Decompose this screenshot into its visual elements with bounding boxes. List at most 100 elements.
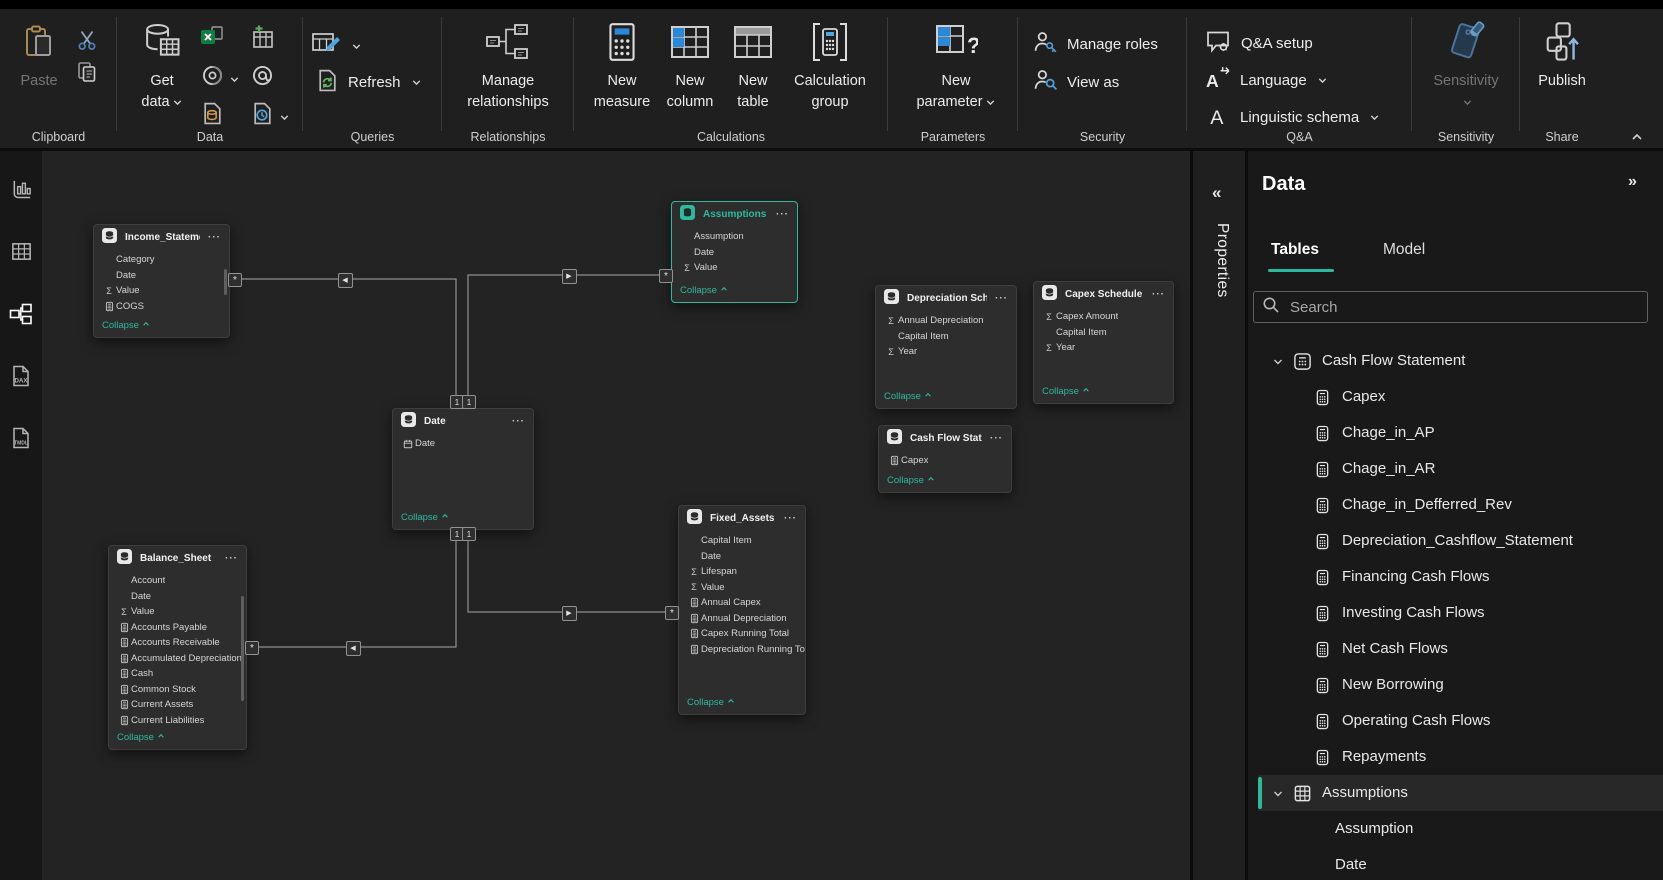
- table-card-header[interactable]: Fixed_Assets···: [679, 506, 805, 531]
- new-table-button[interactable]: Newtable: [724, 17, 782, 113]
- model-table-card-cash-flow-statement[interactable]: Cash Flow Statement···CapexCollapse: [878, 425, 1012, 493]
- field-row-date[interactable]: Date: [672, 245, 797, 261]
- onelake-hub-button[interactable]: [199, 65, 225, 91]
- field-row-account[interactable]: Account: [109, 573, 246, 589]
- field-row-capex[interactable]: Capex: [879, 453, 1011, 469]
- collapse-table-button[interactable]: Collapse: [1042, 386, 1090, 397]
- more-options-button[interactable]: ···: [208, 233, 221, 243]
- sidebar-item-table-view[interactable]: [9, 242, 33, 266]
- new-measure-button[interactable]: Newmeasure: [588, 17, 656, 113]
- more-options-button[interactable]: ···: [995, 294, 1008, 304]
- collapse-data-pane-button[interactable]: »: [1628, 173, 1637, 191]
- field-row-capex-amount[interactable]: ΣCapex Amount: [1034, 309, 1173, 325]
- tree-item-cash-flow-statement[interactable]: Cash Flow Statement: [1258, 343, 1663, 379]
- calculation-group-button[interactable]: Calculationgroup: [786, 17, 874, 113]
- model-table-card-assumptions[interactable]: Assumptions···AssumptionDateΣValueCollap…: [671, 201, 798, 303]
- qa-setup-button[interactable]: Q&A setup: [1205, 28, 1313, 59]
- model-table-card-depreciation-schedule[interactable]: Depreciation Schedule··· ΣAnnual Deprecia…: [875, 285, 1017, 409]
- sidebar-item-tmdl-view[interactable]: TMDL: [9, 428, 33, 452]
- field-row-year[interactable]: ΣYear: [876, 344, 1016, 360]
- chevron-down-icon[interactable]: [229, 74, 240, 85]
- table-card-header[interactable]: Capex Schedule···: [1034, 282, 1173, 307]
- tree-item-new-borrowing[interactable]: New Borrowing: [1258, 667, 1663, 703]
- linguistic-schema-button[interactable]: A Linguistic schema: [1205, 102, 1380, 133]
- chevron-down-icon[interactable]: [1272, 787, 1284, 805]
- field-row-value[interactable]: ΣValue: [672, 260, 797, 276]
- field-row-capital-item[interactable]: Capital Item: [679, 533, 805, 549]
- tree-item-investing-cash-flows[interactable]: Investing Cash Flows: [1258, 595, 1663, 631]
- paste-button[interactable]: Paste: [14, 17, 64, 92]
- refresh-button[interactable]: Refresh: [315, 68, 422, 97]
- field-row-depreciation-running-total[interactable]: Depreciation Running Total: [679, 642, 805, 658]
- sql-server-button[interactable]: [199, 103, 225, 129]
- field-row-current-liabilities[interactable]: Current Liabilities: [109, 713, 246, 729]
- tree-item-chage-in-ar[interactable]: Chage_in_AR: [1258, 451, 1663, 487]
- tree-item-financing-cash-flows[interactable]: Financing Cash Flows: [1258, 559, 1663, 595]
- field-row-accumulated-depreciation[interactable]: Accumulated Depreciation: [109, 651, 246, 667]
- more-options-button[interactable]: ···: [990, 434, 1003, 444]
- field-row-value[interactable]: ΣValue: [109, 604, 246, 620]
- model-table-card-date[interactable]: Date··· Date Collapse: [392, 408, 534, 530]
- sidebar-item-model-view[interactable]: [9, 304, 33, 328]
- tree-item-assumptions[interactable]: Assumptions: [1258, 775, 1663, 811]
- collapse-table-button[interactable]: Collapse: [401, 512, 449, 523]
- field-row-capital-item[interactable]: Capital Item: [1034, 325, 1173, 341]
- field-row-accounts-receivable[interactable]: Accounts Receivable: [109, 635, 246, 651]
- field-row-value[interactable]: ΣValue: [94, 283, 229, 299]
- field-row-date[interactable]: Date: [679, 549, 805, 565]
- collapse-table-button[interactable]: Collapse: [117, 732, 165, 743]
- field-row-annual-depreciation[interactable]: Annual Depreciation: [679, 611, 805, 627]
- field-row-annual-depreciation[interactable]: ΣAnnual Depreciation: [876, 313, 1016, 329]
- publish-button[interactable]: Publish: [1528, 17, 1596, 92]
- card-scrollbar[interactable]: [224, 269, 227, 295]
- field-row-assumption[interactable]: Assumption: [672, 229, 797, 245]
- field-row-cash[interactable]: Cash: [109, 666, 246, 682]
- tab-tables[interactable]: Tables: [1271, 241, 1319, 259]
- field-row-accounts-payable[interactable]: Accounts Payable: [109, 620, 246, 636]
- new-table-import-button[interactable]: [249, 27, 275, 53]
- recent-sources-button[interactable]: [249, 103, 275, 129]
- model-table-card-balance-sheet[interactable]: Balance_Sheet···AccountDateΣValueAccount…: [108, 545, 247, 750]
- view-as-button[interactable]: View as: [1032, 67, 1119, 98]
- more-options-button[interactable]: ···: [1152, 290, 1165, 300]
- tree-item-chage-in-defferred-rev[interactable]: Chage_in_Defferred_Rev: [1258, 487, 1663, 523]
- dataverse-button[interactable]: [249, 65, 275, 91]
- copy-button[interactable]: [74, 61, 100, 87]
- tree-item-operating-cash-flows[interactable]: Operating Cash Flows: [1258, 703, 1663, 739]
- table-card-header[interactable]: Depreciation Schedule···: [876, 286, 1016, 311]
- field-row-common-stock[interactable]: Common Stock: [109, 682, 246, 698]
- field-row-capital-item[interactable]: Capital Item: [876, 329, 1016, 345]
- sidebar-item-report-view[interactable]: [9, 180, 33, 204]
- tree-item-chage-in-ap[interactable]: Chage_in_AP: [1258, 415, 1663, 451]
- model-table-card-fixed-assets[interactable]: Fixed_Assets···Capital ItemDateΣLifespan…: [678, 505, 806, 715]
- transform-data-button[interactable]: [311, 31, 362, 61]
- collapse-table-button[interactable]: Collapse: [884, 391, 932, 402]
- table-card-header[interactable]: Balance_Sheet···: [109, 546, 246, 571]
- field-row-current-assets[interactable]: Current Assets: [109, 697, 246, 713]
- model-table-card-capex-schedule[interactable]: Capex Schedule··· ΣCapex AmountCapital It…: [1033, 281, 1174, 404]
- card-scrollbar[interactable]: [241, 596, 244, 701]
- table-card-header[interactable]: Date···: [393, 409, 533, 434]
- tab-model[interactable]: Model: [1383, 241, 1425, 259]
- field-row-annual-capex[interactable]: Annual Capex: [679, 595, 805, 611]
- search-input[interactable]: [1288, 298, 1639, 317]
- field-row-date[interactable]: Date: [94, 268, 229, 284]
- more-options-button[interactable]: ···: [512, 417, 525, 427]
- table-card-header[interactable]: Assumptions···: [672, 202, 797, 227]
- excel-workbook-button[interactable]: [199, 27, 225, 53]
- chevron-down-icon[interactable]: [1272, 355, 1284, 373]
- field-row-capex-running-total[interactable]: Capex Running Total: [679, 626, 805, 642]
- collapse-table-button[interactable]: Collapse: [887, 475, 935, 486]
- collapse-table-button[interactable]: Collapse: [687, 697, 735, 708]
- field-row-date[interactable]: Date: [393, 436, 533, 452]
- more-options-button[interactable]: ···: [784, 514, 797, 524]
- properties-panel-title[interactable]: Properties: [1213, 223, 1231, 298]
- table-card-header[interactable]: Income_Statement···: [94, 225, 229, 250]
- get-data-button[interactable]: Get data: [131, 17, 193, 113]
- chevron-down-icon[interactable]: [279, 112, 290, 123]
- new-column-button[interactable]: Newcolumn: [658, 17, 722, 113]
- tree-item-date[interactable]: Date: [1258, 847, 1663, 880]
- tree-item-net-cash-flows[interactable]: Net Cash Flows: [1258, 631, 1663, 667]
- sensitivity-button[interactable]: Sensitivity: [1426, 17, 1506, 112]
- cut-button[interactable]: [74, 29, 100, 55]
